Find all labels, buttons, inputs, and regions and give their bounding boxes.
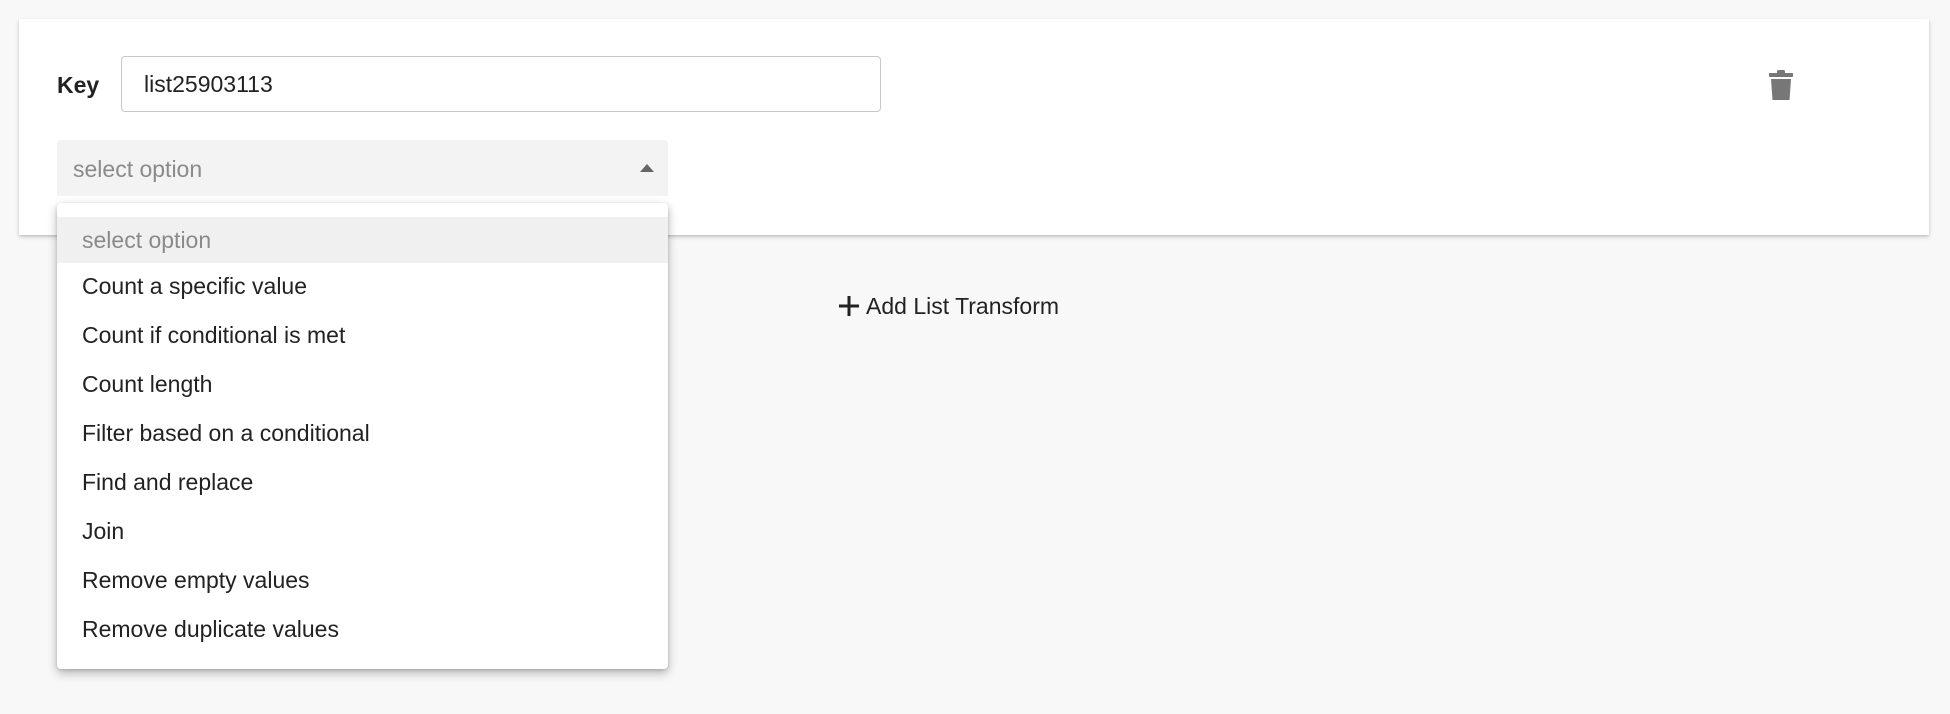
option-count-specific-value[interactable]: Count a specific value [57,263,668,309]
transform-select[interactable]: select option [57,140,668,196]
plus-icon [838,295,860,317]
option-find-and-replace[interactable]: Find and replace [57,459,668,505]
option-select-option[interactable]: select option [57,217,668,263]
key-label: Key [57,72,100,98]
transform-options-dropdown: select option Count a specific value Cou… [57,203,668,669]
option-count-if-conditional[interactable]: Count if conditional is met [57,312,668,358]
option-remove-empty-values[interactable]: Remove empty values [57,557,668,603]
trash-icon[interactable] [1768,69,1794,101]
option-remove-duplicate-values[interactable]: Remove duplicate values [57,606,668,652]
add-list-transform-label: Add List Transform [866,292,1060,319]
option-count-length[interactable]: Count length [57,361,668,407]
option-join[interactable]: Join [57,508,668,554]
caret-up-icon [640,164,654,172]
option-filter-conditional[interactable]: Filter based on a conditional [57,410,668,456]
select-value: select option [73,156,203,182]
add-list-transform-button[interactable]: Add List Transform [838,290,1059,322]
key-input[interactable] [121,56,881,112]
